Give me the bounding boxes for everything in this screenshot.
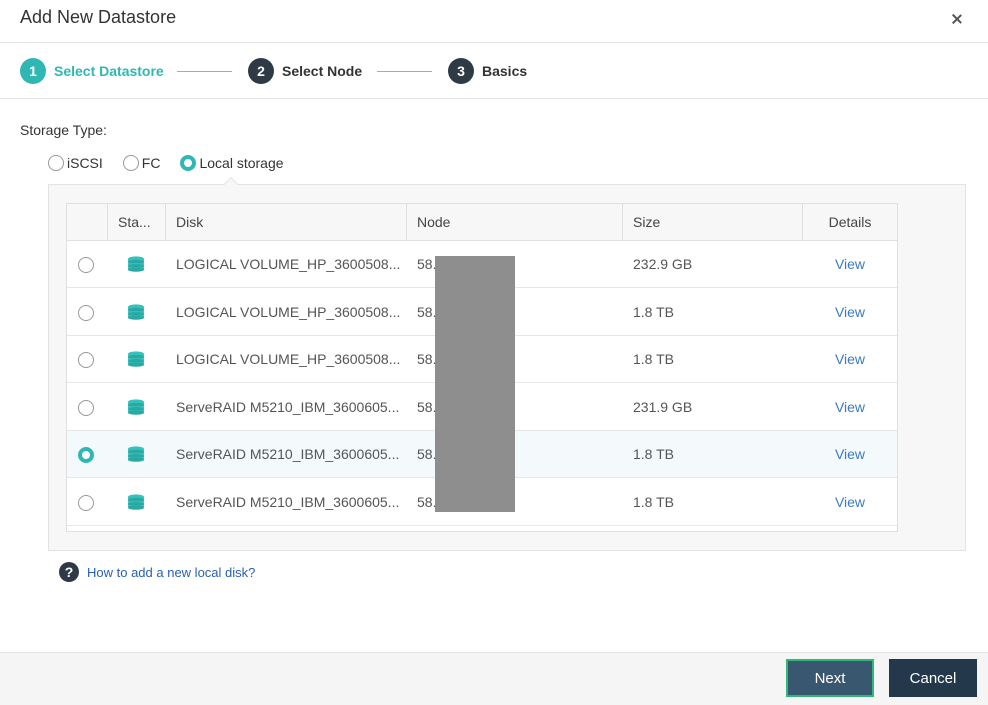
view-details-link[interactable]: View (803, 384, 897, 431)
radio-local-storage[interactable]: Local storage (180, 155, 284, 171)
row-radio[interactable] (78, 494, 94, 511)
row-radio[interactable] (78, 447, 94, 463)
disk-icon (127, 351, 145, 367)
dialog-title: Add New Datastore (20, 7, 177, 27)
size-value: 1.8 TB (633, 303, 674, 320)
step-label: Select Node (282, 63, 363, 79)
step-number: 2 (248, 58, 274, 84)
disk-icon (127, 303, 145, 320)
column-size: Size (623, 204, 803, 241)
disk-name: LOGICAL VOLUME_HP_3600508... (176, 351, 401, 367)
column-status: Sta... (108, 204, 166, 241)
table-header: Sta... Disk Node Size Details (67, 204, 897, 241)
size-value: 232.9 GB (633, 256, 693, 272)
step-number: 1 (20, 58, 46, 84)
disk-name: ServeRAID M5210_IBM_3600605... (176, 493, 400, 510)
disk-name: LOGICAL VOLUME_HP_3600508... (176, 256, 401, 272)
disk-name: ServeRAID M5210_IBM_3600605... (176, 446, 400, 462)
wizard-steps: 1 Select Datastore 2 Select Node 3 Basic… (0, 43, 988, 99)
close-icon[interactable] (948, 10, 966, 28)
size-value: 231.9 GB (633, 398, 693, 415)
cancel-button[interactable]: Cancel (889, 659, 977, 697)
radio-circle[interactable] (48, 155, 64, 171)
size-value: 1.8 TB (633, 446, 674, 462)
disk-icon (127, 256, 145, 272)
radio-label: Local storage (199, 155, 284, 171)
step-number: 3 (448, 58, 474, 84)
next-button[interactable]: Next (786, 659, 874, 697)
row-radio[interactable] (78, 352, 94, 368)
step-select-node: 2 Select Node (248, 58, 363, 84)
view-details-link[interactable]: View (803, 479, 897, 526)
step-connector (177, 71, 232, 72)
step-select-datastore: 1 Select Datastore (20, 58, 164, 84)
storage-type-label: Storage Type: (20, 122, 107, 138)
row-radio[interactable] (78, 257, 94, 273)
size-value: 1.8 TB (633, 351, 674, 367)
column-details: Details (828, 214, 872, 230)
step-label: Select Datastore (54, 63, 164, 79)
view-details-link[interactable]: View (803, 289, 897, 336)
radio-circle[interactable] (122, 155, 139, 171)
view-details-link[interactable]: View (803, 241, 897, 288)
redacted-block (435, 256, 515, 512)
disk-icon (127, 398, 145, 415)
radio-iscsi[interactable]: iSCSI (48, 155, 103, 171)
column-node: Node (407, 204, 623, 241)
row-radio[interactable] (78, 399, 94, 416)
help-link[interactable]: ? How to add a new local disk? (59, 562, 255, 582)
step-connector (377, 71, 432, 72)
storage-type-radios: iSCSI FC Local storage (48, 155, 304, 171)
disk-icon (127, 446, 145, 462)
help-link-text[interactable]: How to add a new local disk? (87, 565, 255, 580)
column-disk: Disk (166, 204, 407, 241)
radio-label: FC (141, 155, 161, 171)
disk-name: LOGICAL VOLUME_HP_3600508... (176, 303, 401, 320)
radio-label: iSCSI (67, 155, 103, 171)
step-basics: 3 Basics (448, 58, 528, 84)
size-value: 1.8 TB (633, 493, 674, 510)
row-radio[interactable] (78, 304, 94, 321)
view-details-link[interactable]: View (803, 431, 897, 478)
question-icon: ? (59, 562, 79, 582)
radio-circle[interactable] (180, 155, 197, 171)
view-details-link[interactable]: View (803, 336, 897, 383)
step-label: Basics (482, 63, 528, 79)
disk-icon (127, 493, 145, 510)
radio-fc[interactable]: FC (122, 155, 161, 171)
column-select (67, 204, 108, 241)
dialog-header: Add New Datastore (0, 0, 988, 43)
disk-name: ServeRAID M5210_IBM_3600605... (176, 398, 400, 415)
